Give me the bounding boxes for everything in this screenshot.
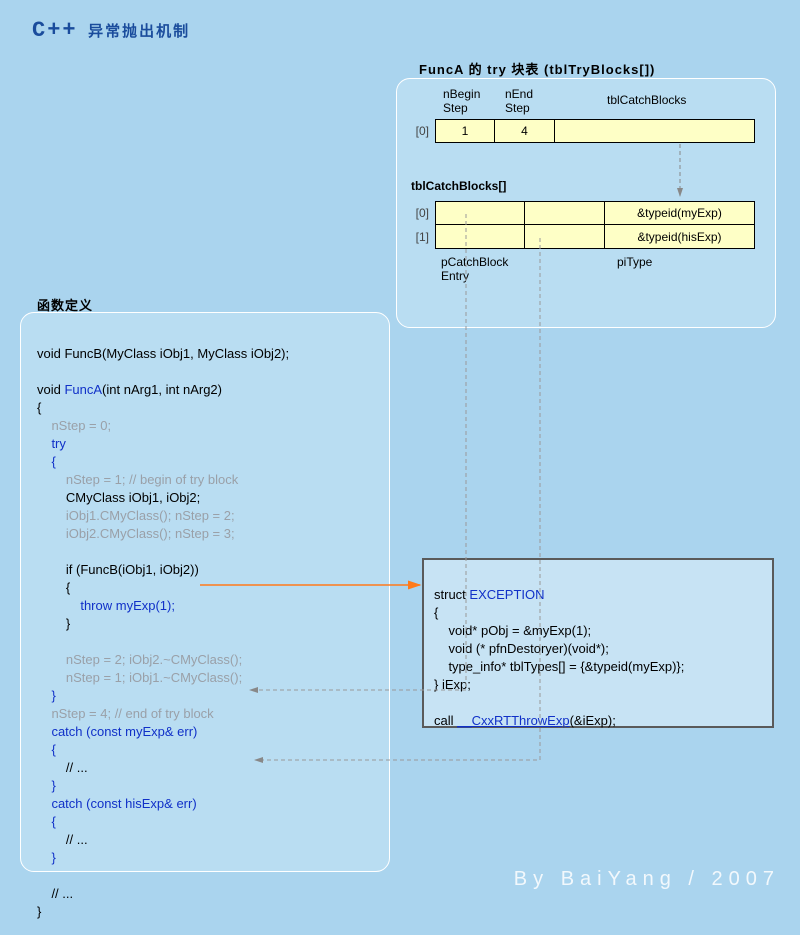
code-line: nStep = 1; iObj1.~CMyClass();: [37, 670, 242, 685]
row-index: [1]: [407, 225, 435, 249]
code-line: try: [37, 436, 66, 451]
code-line: // ...: [37, 886, 73, 901]
ftr-pitype: piType: [617, 255, 652, 269]
catch-table-label: tblCatchBlocks[]: [411, 179, 506, 193]
code-line: void FuncB(MyClass iObj1, MyClass iObj2)…: [37, 346, 289, 361]
code-line: iObj2.CMyClass(); nStep = 3;: [37, 526, 235, 541]
code-line: nStep = 4; // end of try block: [37, 706, 214, 721]
code-line: // ...: [37, 760, 88, 775]
code-line: (&iExp);: [570, 713, 616, 728]
code-line: if (FuncB(iObj1, iObj2)): [37, 562, 199, 577]
exception-box: struct EXCEPTION { void* pObj = &myExp(1…: [422, 558, 774, 728]
code-line: }: [37, 778, 56, 793]
try-table: [0] 1 4: [407, 119, 755, 143]
code-line: nStep = 2; iObj2.~CMyClass();: [37, 652, 242, 667]
code-line: iObj1.CMyClass(); nStep = 2;: [37, 508, 235, 523]
code-line: struct: [434, 587, 469, 602]
table-row: [1] &typeid(hisExp): [407, 225, 755, 249]
code-line: }: [37, 850, 56, 865]
hdr-nbegin: nBegin Step: [443, 87, 480, 115]
function-code: void FuncB(MyClass iObj1, MyClass iObj2)…: [21, 313, 389, 935]
cell-entry: [435, 201, 525, 225]
code-line: CMyClass iObj1, iObj2;: [37, 490, 200, 505]
catch-table: [0] &typeid(myExp) [1] &typeid(hisExp): [407, 201, 755, 249]
code-line: {: [37, 814, 56, 829]
cell-entry: [435, 225, 525, 249]
code-line: void (* pfnDestoryer)(void*);: [434, 641, 609, 656]
code-line: nStep = 0;: [37, 418, 111, 433]
title-cpp: C++: [32, 18, 78, 43]
cell-type: &typeid(myExp): [605, 201, 755, 225]
code-line: [37, 598, 80, 613]
code-throw: throw myExp(1);: [80, 598, 175, 613]
table-row: [0] &typeid(myExp): [407, 201, 755, 225]
code-line: (int nArg1, int nArg2): [102, 382, 222, 397]
cell-type: &typeid(hisExp): [605, 225, 755, 249]
cell-mid: [525, 225, 605, 249]
code-line: }: [37, 616, 70, 631]
code-line: {: [434, 605, 438, 620]
code-line: type_info* tblTypes[] = {&typeid(myExp)}…: [434, 659, 684, 674]
credit: By BaiYang / 2007: [514, 868, 780, 891]
page-title: C++ 异常抛出机制: [32, 18, 190, 43]
try-table-label: FuncA 的 try 块表 (tblTryBlocks[]): [419, 59, 655, 78]
cell-catch: [555, 119, 755, 143]
cell-begin: 1: [435, 119, 495, 143]
code-line: }: [37, 904, 41, 919]
code-line: // ...: [37, 832, 88, 847]
code-line: {: [37, 580, 70, 595]
code-line: void: [37, 382, 64, 397]
code-line: } iExp;: [434, 677, 471, 692]
cell-mid: [525, 201, 605, 225]
function-label: 函数定义: [37, 295, 93, 314]
hdr-catchblocks: tblCatchBlocks: [607, 93, 686, 107]
table-row: [0] 1 4: [407, 119, 755, 143]
ftr-entry: pCatchBlock Entry: [441, 255, 508, 283]
title-cn: 异常抛出机制: [82, 23, 190, 40]
code-line: {: [37, 454, 56, 469]
code-line: catch (const hisExp& err): [37, 796, 197, 811]
code-line: void* pObj = &myExp(1);: [434, 623, 591, 638]
code-line: {: [37, 400, 41, 415]
try-table-panel: FuncA 的 try 块表 (tblTryBlocks[]) nBegin S…: [396, 78, 776, 328]
code-line: EXCEPTION: [469, 587, 544, 602]
code-line: call: [434, 713, 457, 728]
function-panel: 函数定义 void FuncB(MyClass iObj1, MyClass i…: [20, 312, 390, 872]
code-link: __CxxRTThrowExp: [457, 713, 569, 728]
code-funcname: FuncA: [64, 382, 102, 397]
code-line: nStep = 1; // begin of try block: [37, 472, 238, 487]
code-line: }: [37, 688, 56, 703]
row-index: [0]: [407, 201, 435, 225]
code-line: catch (const myExp& err): [37, 724, 197, 739]
hdr-nend: nEnd Step: [505, 87, 533, 115]
code-line: {: [37, 742, 56, 757]
row-index: [0]: [407, 119, 435, 143]
exception-code: struct EXCEPTION { void* pObj = &myExp(1…: [424, 560, 772, 738]
cell-end: 4: [495, 119, 555, 143]
